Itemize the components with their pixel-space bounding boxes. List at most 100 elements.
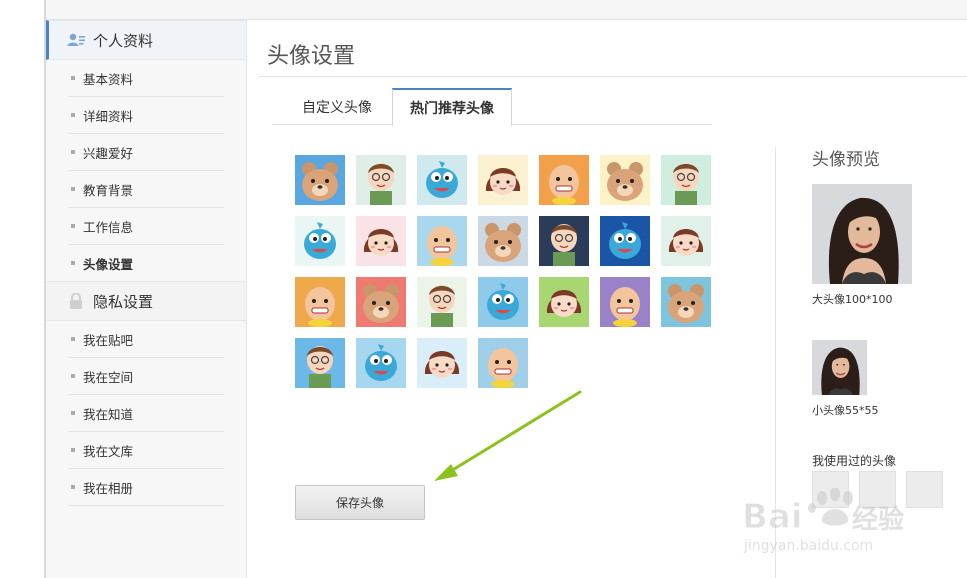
user-card-icon — [67, 33, 85, 46]
avatar-option[interactable] — [600, 155, 650, 205]
top-bar — [0, 0, 967, 20]
sidebar-item-space[interactable]: 我在空间 — [68, 358, 224, 395]
avatar-option[interactable] — [417, 155, 467, 205]
avatar-option[interactable] — [539, 155, 589, 205]
cartoon-avatar-icon — [417, 277, 467, 327]
bullet-icon — [71, 261, 75, 265]
used-avatars-label: 我使用过的头像 — [812, 454, 897, 468]
avatar-option[interactable] — [478, 338, 528, 388]
lock-icon — [70, 293, 82, 309]
avatar-option[interactable] — [661, 216, 711, 266]
cartoon-avatar-icon — [356, 155, 406, 205]
avatar-option[interactable] — [356, 277, 406, 327]
cartoon-avatar-icon — [417, 155, 467, 205]
cartoon-avatar-icon — [417, 216, 467, 266]
sidebar-item-label: 我在知道 — [83, 406, 134, 422]
tab-custom-avatar[interactable]: 自定义头像 — [282, 88, 392, 125]
avatar-option[interactable] — [295, 155, 345, 205]
bullet-icon — [71, 113, 75, 117]
baidu-logo-watermark: Bai 经验 jingyan.baidu.com — [742, 487, 904, 554]
avatar-option[interactable] — [539, 277, 589, 327]
avatar-option[interactable] — [356, 216, 406, 266]
bullet-icon — [71, 187, 75, 191]
big-avatar-preview — [812, 184, 912, 284]
cartoon-avatar-icon — [661, 277, 711, 327]
cartoon-avatar-icon — [600, 216, 650, 266]
svg-text:经验: 经验 — [852, 504, 904, 535]
sidebar-item-label: 我在文库 — [83, 443, 134, 459]
avatar-option[interactable] — [600, 216, 650, 266]
bullet-icon — [71, 337, 75, 341]
sidebar-item-label: 详细资料 — [83, 108, 134, 124]
sidebar: 个人资料 基本资料 详细资料 兴趣爱好 教育背景 工作信息 头像设置 隐私设置 … — [46, 20, 247, 578]
cartoon-avatar-icon — [295, 216, 345, 266]
avatar-option[interactable] — [356, 338, 406, 388]
portrait-photo — [812, 184, 912, 284]
sidebar-item-interests[interactable]: 兴趣爱好 — [68, 134, 224, 171]
cartoon-avatar-icon — [478, 155, 528, 205]
sidebar-item-album[interactable]: 我在相册 — [68, 469, 224, 506]
sidebar-section-label: 个人资料 — [93, 31, 154, 50]
sidebar-item-wenku[interactable]: 我在文库 — [68, 432, 224, 469]
sidebar-item-label: 兴趣爱好 — [83, 145, 134, 161]
bullet-icon — [71, 76, 75, 80]
save-avatar-button[interactable]: 保存头像 — [295, 485, 425, 520]
avatar-option[interactable] — [295, 277, 345, 327]
sidebar-item-label: 头像设置 — [83, 256, 134, 272]
sidebar-item-tieba[interactable]: 我在贴吧 — [68, 321, 224, 358]
cartoon-avatar-icon — [539, 277, 589, 327]
cartoon-avatar-icon — [539, 216, 589, 266]
bullet-icon — [71, 411, 75, 415]
sidebar-section-label: 隐私设置 — [93, 292, 154, 311]
sidebar-item-work[interactable]: 工作信息 — [68, 208, 224, 245]
bullet-icon — [71, 224, 75, 228]
avatar-option[interactable] — [478, 277, 528, 327]
avatar-option[interactable] — [295, 338, 345, 388]
avatar-option[interactable] — [417, 338, 467, 388]
avatar-option[interactable] — [295, 216, 345, 266]
sidebar-section-profile[interactable]: 个人资料 — [46, 20, 246, 60]
avatar-option[interactable] — [417, 216, 467, 266]
cartoon-avatar-icon — [417, 338, 467, 388]
avatar-option[interactable] — [478, 216, 528, 266]
bullet-icon — [71, 485, 75, 489]
avatar-option[interactable] — [539, 216, 589, 266]
cartoon-avatar-icon — [295, 338, 345, 388]
sidebar-item-label: 我在贴吧 — [83, 332, 134, 348]
sidebar-item-label: 工作信息 — [83, 219, 134, 235]
bullet-icon — [71, 448, 75, 452]
cartoon-avatar-icon — [661, 216, 711, 266]
tab-popular-avatar[interactable]: 热门推荐头像 — [392, 88, 512, 126]
avatar-option[interactable] — [356, 155, 406, 205]
sidebar-item-education[interactable]: 教育背景 — [68, 171, 224, 208]
cartoon-avatar-icon — [478, 277, 528, 327]
avatar-option[interactable] — [661, 155, 711, 205]
cartoon-avatar-icon — [478, 216, 528, 266]
big-avatar-caption: 大头像100*100 — [812, 293, 893, 306]
title-divider — [258, 76, 967, 77]
avatar-option[interactable] — [478, 155, 528, 205]
preview-title: 头像预览 — [812, 150, 880, 170]
tab-bar: 自定义头像 热门推荐头像 — [272, 88, 712, 126]
sidebar-item-basic-info[interactable]: 基本资料 — [68, 60, 224, 97]
sidebar-item-avatar-settings[interactable]: 头像设置 — [68, 245, 224, 282]
sidebar-item-detail-info[interactable]: 详细资料 — [68, 97, 224, 134]
sidebar-item-label: 基本资料 — [83, 71, 134, 87]
avatar-option[interactable] — [600, 277, 650, 327]
avatar-option[interactable] — [661, 277, 711, 327]
arrow-shaft — [444, 390, 582, 476]
sidebar-item-zhidao[interactable]: 我在知道 — [68, 395, 224, 432]
left-edge-panel — [0, 0, 46, 578]
cartoon-avatar-icon — [295, 277, 345, 327]
sidebar-item-label: 教育背景 — [83, 182, 134, 198]
portrait-photo-small — [812, 340, 867, 395]
baidu-jingyan-watermark: Bai 经验 jingyan.baidu.com — [742, 487, 932, 562]
page-title: 头像设置 — [267, 44, 356, 69]
avatar-option[interactable] — [417, 277, 467, 327]
cartoon-avatar-icon — [356, 216, 406, 266]
sidebar-section-privacy[interactable]: 隐私设置 — [46, 281, 246, 321]
cartoon-avatar-icon — [356, 277, 406, 327]
cartoon-avatar-icon — [356, 338, 406, 388]
bullet-icon — [71, 374, 75, 378]
cartoon-avatar-icon — [661, 155, 711, 205]
